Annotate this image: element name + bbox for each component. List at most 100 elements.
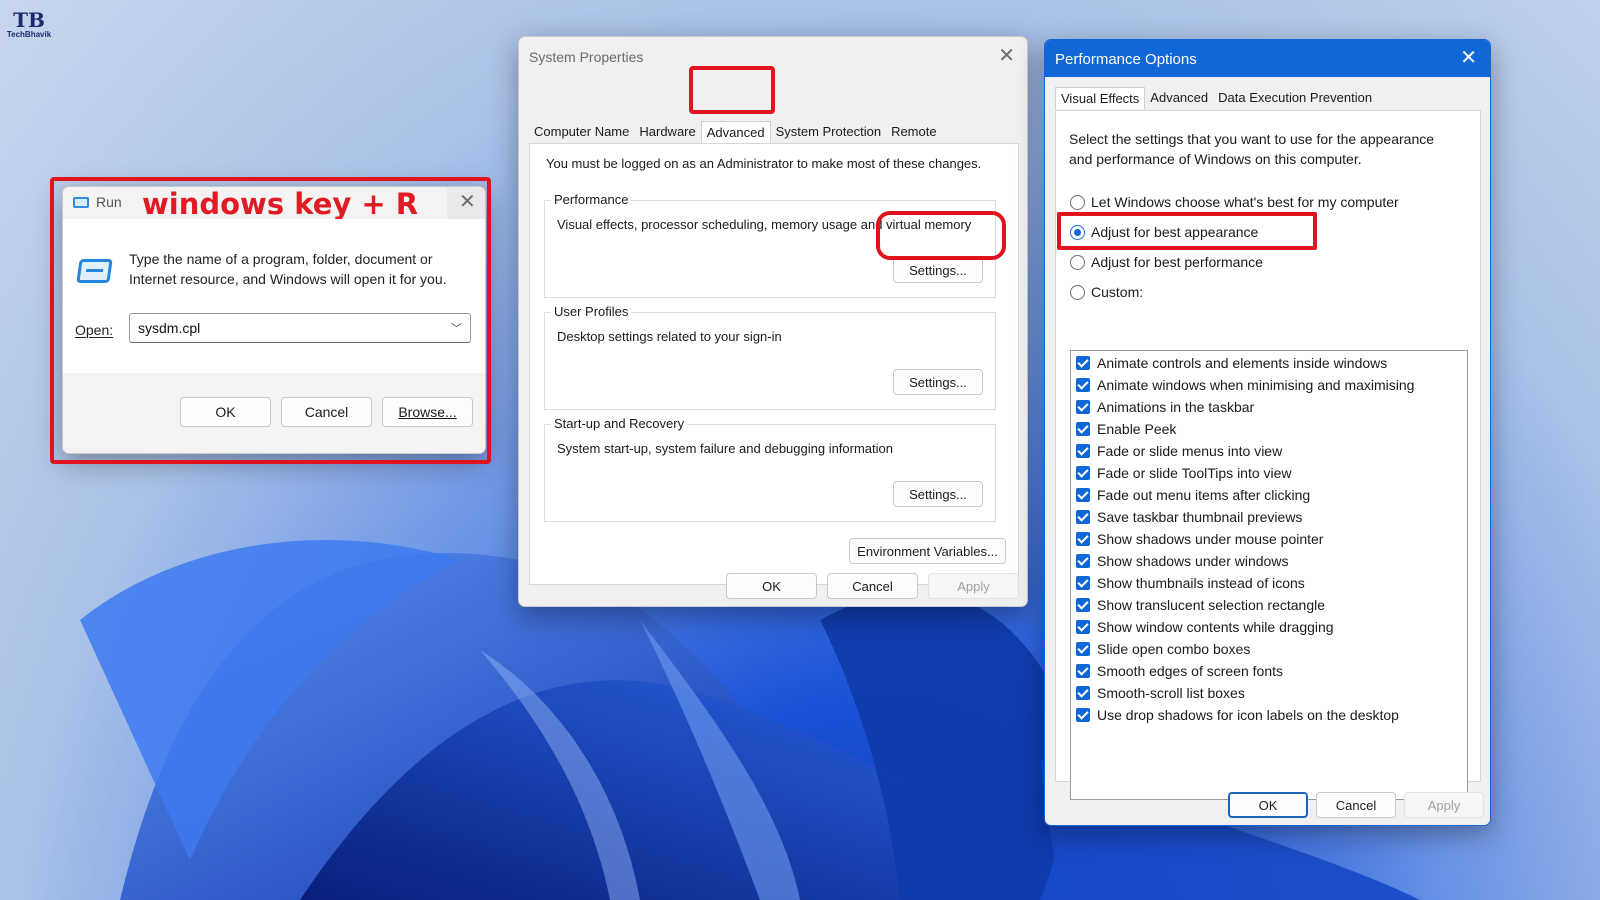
effect-item[interactable]: Save taskbar thumbnail previews [1076,509,1302,525]
effect-label: Show shadows under windows [1097,553,1289,569]
checkbox-checked-icon[interactable] [1076,554,1090,568]
open-input-value[interactable]: sysdm.cpl [138,320,200,336]
checkbox-checked-icon[interactable] [1076,400,1090,414]
open-combobox[interactable]: sysdm.cpl ﹀ [129,313,471,343]
effect-item[interactable]: Enable Peek [1076,421,1176,437]
tab-hardware[interactable]: Hardware [634,121,700,143]
checkbox-checked-icon[interactable] [1076,510,1090,524]
radio-best-performance[interactable]: Adjust for best performance [1070,254,1263,270]
sysprops-ok-button[interactable]: OK [726,573,817,599]
effect-item[interactable]: Fade out menu items after clicking [1076,487,1310,503]
effect-item[interactable]: Fade or slide ToolTips into view [1076,465,1292,481]
checkbox-checked-icon[interactable] [1076,488,1090,502]
startup-recovery-settings-button[interactable]: Settings... [893,481,983,507]
startup-recovery-group: Start-up and Recovery System start-up, s… [544,416,996,522]
radio-label: Adjust for best performance [1091,254,1263,270]
sysprops-apply-button[interactable]: Apply [928,573,1019,599]
effect-item[interactable]: Animations in the taskbar [1076,399,1254,415]
effect-label: Fade or slide ToolTips into view [1097,465,1292,481]
checkbox-checked-icon[interactable] [1076,378,1090,392]
radio-button-selected[interactable] [1070,224,1085,240]
effect-label: Animations in the taskbar [1097,399,1255,415]
close-icon: ✕ [459,191,476,213]
system-properties-dialog: System Properties ✕ Computer Name Hardwa… [518,36,1028,607]
effect-label: Show thumbnails instead of icons [1097,575,1305,591]
effect-label: Smooth-scroll list boxes [1097,685,1245,701]
performance-group-desc: Visual effects, processor scheduling, me… [557,217,972,232]
tab-system-protection[interactable]: System Protection [771,121,887,143]
effect-label: Smooth edges of screen fonts [1097,663,1283,679]
tab-data-execution-prevention[interactable]: Data Execution Prevention [1213,87,1377,109]
run-body: Type the name of a program, folder, docu… [63,219,485,373]
effect-label: Show window contents while dragging [1097,619,1334,635]
radio-label: Let Windows choose what's best for my co… [1091,194,1399,210]
checkbox-checked-icon[interactable] [1076,686,1090,700]
perfopts-title: Performance Options [1055,51,1197,68]
effect-item[interactable]: Slide open combo boxes [1076,641,1250,657]
checkbox-checked-icon[interactable] [1076,642,1090,656]
effect-item[interactable]: Smooth edges of screen fonts [1076,663,1283,679]
user-profiles-settings-button[interactable]: Settings... [893,369,983,395]
effect-item[interactable]: Fade or slide menus into view [1076,443,1282,459]
sysprops-tabs: Computer Name Hardware Advanced System P… [529,121,942,143]
checkbox-checked-icon[interactable] [1076,598,1090,612]
tab-computer-name[interactable]: Computer Name [529,121,634,143]
effect-label: Slide open combo boxes [1097,641,1251,657]
run-icon [73,197,89,208]
effect-label: Animate controls and elements inside win… [1097,355,1388,371]
radio-button[interactable] [1070,284,1085,300]
radio-best-appearance[interactable]: Adjust for best appearance [1070,224,1258,240]
radio-label: Custom: [1091,284,1144,300]
effect-item[interactable]: Show translucent selection rectangle [1076,597,1325,613]
tab-advanced[interactable]: Advanced [700,121,771,143]
effect-item[interactable]: Smooth-scroll list boxes [1076,685,1245,701]
checkbox-checked-icon[interactable] [1076,576,1090,590]
effect-item[interactable]: Show shadows under mouse pointer [1076,531,1323,547]
run-cancel-button[interactable]: Cancel [281,397,372,427]
checkbox-checked-icon[interactable] [1076,422,1090,436]
run-browse-button[interactable]: Browse... [382,397,473,427]
checkbox-checked-icon[interactable] [1076,708,1090,722]
techbhavik-logo: TB TechBhavik [4,10,54,39]
close-icon[interactable]: ✕ [1460,48,1477,68]
effect-label: Show translucent selection rectangle [1097,597,1326,613]
sysprops-title: System Properties [529,49,644,65]
effect-item[interactable]: Show shadows under windows [1076,553,1288,569]
effect-item[interactable]: Show thumbnails instead of icons [1076,575,1305,591]
tab-advanced[interactable]: Advanced [1145,87,1213,109]
open-label: Open: [75,322,114,338]
effect-item[interactable]: Animate windows when minimising and maxi… [1076,377,1414,393]
radio-button[interactable] [1070,254,1085,270]
perfopts-cancel-button[interactable]: Cancel [1316,792,1396,818]
user-profiles-group-title: User Profiles [551,304,632,319]
checkbox-checked-icon[interactable] [1076,356,1090,370]
visual-effects-list[interactable]: Animate controls and elements inside win… [1070,350,1468,800]
effect-item[interactable]: Use drop shadows for icon labels on the … [1076,707,1399,723]
checkbox-checked-icon[interactable] [1076,444,1090,458]
chevron-down-icon[interactable]: ﹀ [451,320,462,336]
tab-remote[interactable]: Remote [886,121,942,143]
effect-item[interactable]: Animate controls and elements inside win… [1076,355,1387,371]
checkbox-checked-icon[interactable] [1076,620,1090,634]
checkbox-checked-icon[interactable] [1076,466,1090,480]
effect-label: Enable Peek [1097,421,1177,437]
checkbox-checked-icon[interactable] [1076,664,1090,678]
perfopts-apply-button[interactable]: Apply [1404,792,1484,818]
radio-let-windows-choose[interactable]: Let Windows choose what's best for my co… [1070,194,1399,210]
close-icon[interactable]: ✕ [998,46,1015,66]
effect-item[interactable]: Show window contents while dragging [1076,619,1334,635]
run-ok-button[interactable]: OK [180,397,271,427]
performance-options-dialog: Performance Options ✕ Visual Effects Adv… [1044,39,1491,826]
checkbox-checked-icon[interactable] [1076,532,1090,546]
radio-custom[interactable]: Custom: [1070,284,1143,300]
environment-variables-button[interactable]: Environment Variables... [849,538,1006,564]
run-close-button[interactable]: ✕ [447,187,485,219]
performance-settings-button[interactable]: Settings... [893,257,983,283]
run-dialog: Run windows key + R ✕ Type the name of a… [62,186,486,454]
radio-button[interactable] [1070,194,1085,210]
user-profiles-group: User Profiles Desktop settings related t… [544,304,996,410]
tab-visual-effects[interactable]: Visual Effects [1055,87,1146,109]
perfopts-ok-button[interactable]: OK [1228,792,1308,818]
sysprops-cancel-button[interactable]: Cancel [827,573,918,599]
effect-label: Save taskbar thumbnail previews [1097,509,1303,525]
